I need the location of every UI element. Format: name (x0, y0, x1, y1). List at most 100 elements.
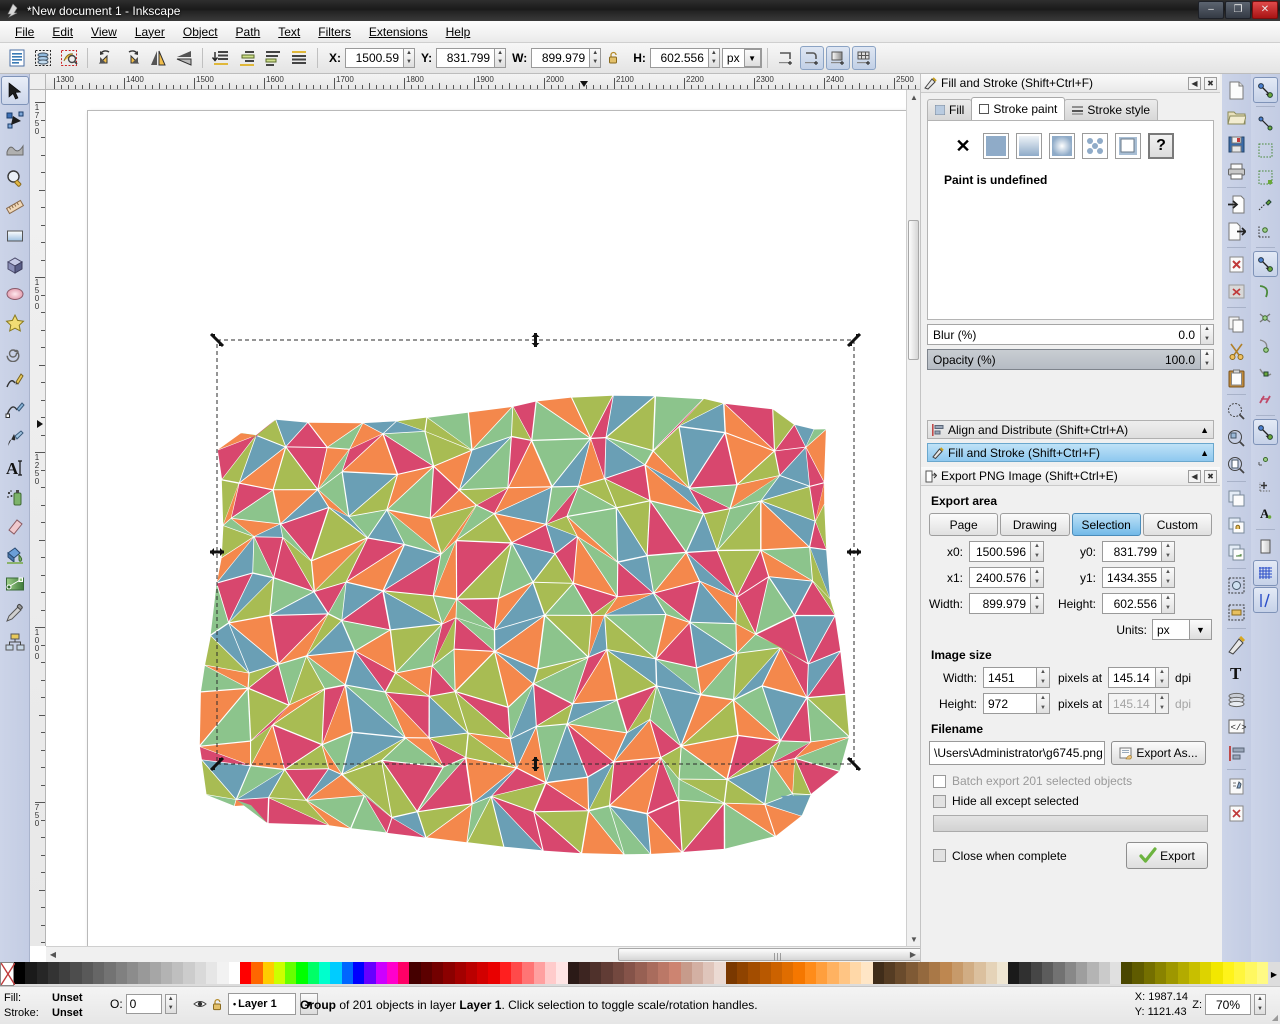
lower-icon[interactable] (235, 46, 259, 70)
opacity-spin-buttons[interactable]: ▲ ▼ (1201, 349, 1214, 370)
palette-swatch[interactable] (657, 962, 670, 984)
palette-swatch[interactable] (319, 962, 331, 984)
palette-swatch[interactable] (14, 962, 26, 984)
spiral-tool[interactable] (1, 337, 29, 366)
zoom-page-icon[interactable] (1224, 452, 1249, 478)
snap-page-border-icon[interactable] (1253, 533, 1278, 559)
palette-swatch[interactable] (36, 962, 48, 984)
palette-swatch[interactable] (748, 962, 760, 984)
palette-swatch[interactable] (1256, 962, 1268, 984)
snap-bbox-edge-icon[interactable] (1253, 137, 1278, 163)
text-tool[interactable]: A (1, 453, 29, 482)
ellipse-tool[interactable] (1, 279, 29, 308)
horizontal-scrollbar[interactable]: ◀ ||| ▶ (46, 946, 938, 962)
triangle-mosaic-artwork[interactable] (47, 91, 920, 946)
new-document-icon[interactable] (1224, 77, 1249, 103)
eye-icon[interactable] (193, 997, 207, 1011)
palette-swatch[interactable] (1234, 962, 1246, 984)
raise-icon[interactable] (261, 46, 285, 70)
palette-swatch[interactable] (1075, 962, 1088, 984)
palette-swatch[interactable] (511, 962, 523, 984)
opacity-slider[interactable]: Opacity (%) 100.0 (927, 349, 1201, 370)
palette-swatch[interactable] (1087, 962, 1099, 984)
dockbar-fill-stroke[interactable]: Fill and Stroke (Shift+Ctrl+F) ▲ (927, 443, 1214, 462)
rotate-90-cw-icon[interactable] (120, 46, 144, 70)
layers-dialog-icon[interactable] (1224, 686, 1249, 712)
deselect-icon[interactable] (57, 46, 81, 70)
palette-swatch[interactable] (228, 962, 240, 984)
palette-swatch[interactable] (1188, 962, 1201, 984)
export-units-dropdown-arrow-icon[interactable]: ▼ (1190, 619, 1212, 640)
menu-view[interactable]: View (82, 22, 126, 42)
object-to-path-icon[interactable] (1224, 572, 1249, 598)
palette-swatch[interactable] (47, 962, 60, 984)
palette-swatch[interactable] (838, 962, 850, 984)
snap-nodes-icon[interactable] (1253, 251, 1278, 277)
export-units-value[interactable]: px (1152, 619, 1190, 640)
redo-icon[interactable] (1224, 278, 1249, 304)
dockbar-align-arrow[interactable]: ▲ (1200, 425, 1209, 435)
unknown-paint-button[interactable]: ? (1148, 133, 1174, 159)
image-width-dpi-input[interactable]: 145.14 (1108, 667, 1157, 688)
h-stepper[interactable]: 602.556 ▲ ▼ (649, 48, 720, 68)
hide-all-checkbox[interactable] (933, 794, 946, 808)
palette-swatch[interactable] (330, 962, 342, 984)
menu-object[interactable]: Object (174, 22, 227, 42)
duplicate-icon[interactable] (1224, 485, 1249, 511)
menu-edit[interactable]: Edit (43, 22, 82, 42)
palette-swatch[interactable] (25, 962, 37, 984)
pattern-button[interactable] (1082, 133, 1108, 159)
preferences-icon[interactable] (1224, 773, 1249, 799)
palette-swatch[interactable] (115, 962, 127, 984)
palette-swatch[interactable] (488, 962, 500, 984)
minimize-button[interactable]: – (1198, 1, 1224, 19)
palette-swatch[interactable] (725, 962, 737, 984)
x-spin-buttons[interactable]: ▲ ▼ (403, 48, 415, 68)
rectangle-tool[interactable] (1, 221, 29, 250)
opacity-slider-row[interactable]: Opacity (%) 100.0 ▲ ▼ (927, 349, 1214, 370)
export-area-selection-button[interactable]: Selection (1071, 513, 1141, 536)
affect-rounded-corners-icon[interactable] (799, 46, 824, 70)
export-close-button[interactable]: ✖ (1204, 469, 1217, 483)
flip-horizontal-icon[interactable] (146, 46, 170, 70)
palette-swatch[interactable] (239, 962, 252, 984)
palette-swatch[interactable] (962, 962, 975, 984)
palette-swatch[interactable] (522, 962, 534, 984)
cut-icon[interactable] (1224, 338, 1249, 364)
palette-swatch[interactable] (149, 962, 161, 984)
scroll-right-arrow-icon[interactable]: ▶ (908, 949, 918, 959)
palette-swatch[interactable] (1211, 962, 1223, 984)
palette-swatch[interactable] (759, 962, 771, 984)
palette-swatch[interactable] (70, 962, 82, 984)
menu-help[interactable]: Help (437, 22, 480, 42)
palette-swatch[interactable] (804, 962, 817, 984)
palette-swatch[interactable] (1008, 962, 1020, 984)
palette-swatch[interactable] (646, 962, 658, 984)
image-width-input[interactable]: 1451 (983, 667, 1037, 688)
palette-swatch[interactable] (172, 962, 184, 984)
blur-slider-row[interactable]: Blur (%) 0.0 ▲ ▼ (927, 324, 1214, 345)
vertical-scrollbar[interactable]: ▲ ▼ (906, 90, 920, 946)
canvas-area[interactable]: 1300 1400 1500 1600 1700 1800 1900 2000 2100 2200… (30, 74, 938, 962)
w-spin-buttons[interactable]: ▲ ▼ (589, 48, 602, 68)
raise-to-top-icon[interactable] (287, 46, 311, 70)
palette-swatch[interactable] (1222, 962, 1235, 984)
enable-snapping-icon[interactable] (1253, 77, 1278, 103)
swatch-button[interactable] (1115, 133, 1141, 159)
gradient-tool[interactable] (1, 569, 29, 598)
copy-icon[interactable] (1224, 311, 1249, 337)
palette-swatch[interactable] (703, 962, 715, 984)
open-document-icon[interactable] (1224, 104, 1249, 130)
h-spin-buttons[interactable]: ▲ ▼ (707, 48, 720, 68)
x-input[interactable]: 1500.59 (345, 48, 403, 68)
affect-patterns-icon[interactable] (851, 46, 876, 70)
palette-swatch[interactable] (883, 962, 896, 984)
snap-bbox-edge-midpoint-icon[interactable] (1253, 191, 1278, 217)
palette-swatch[interactable] (861, 962, 873, 984)
palette-swatch[interactable] (624, 962, 636, 984)
zoom-selection-icon[interactable] (1224, 398, 1249, 424)
palette-swatch[interactable] (951, 962, 963, 984)
dropper-tool[interactable] (1, 598, 29, 627)
image-width-spin-buttons[interactable]: ▲ ▼ (1037, 667, 1050, 688)
palette-swatch[interactable] (940, 962, 952, 984)
